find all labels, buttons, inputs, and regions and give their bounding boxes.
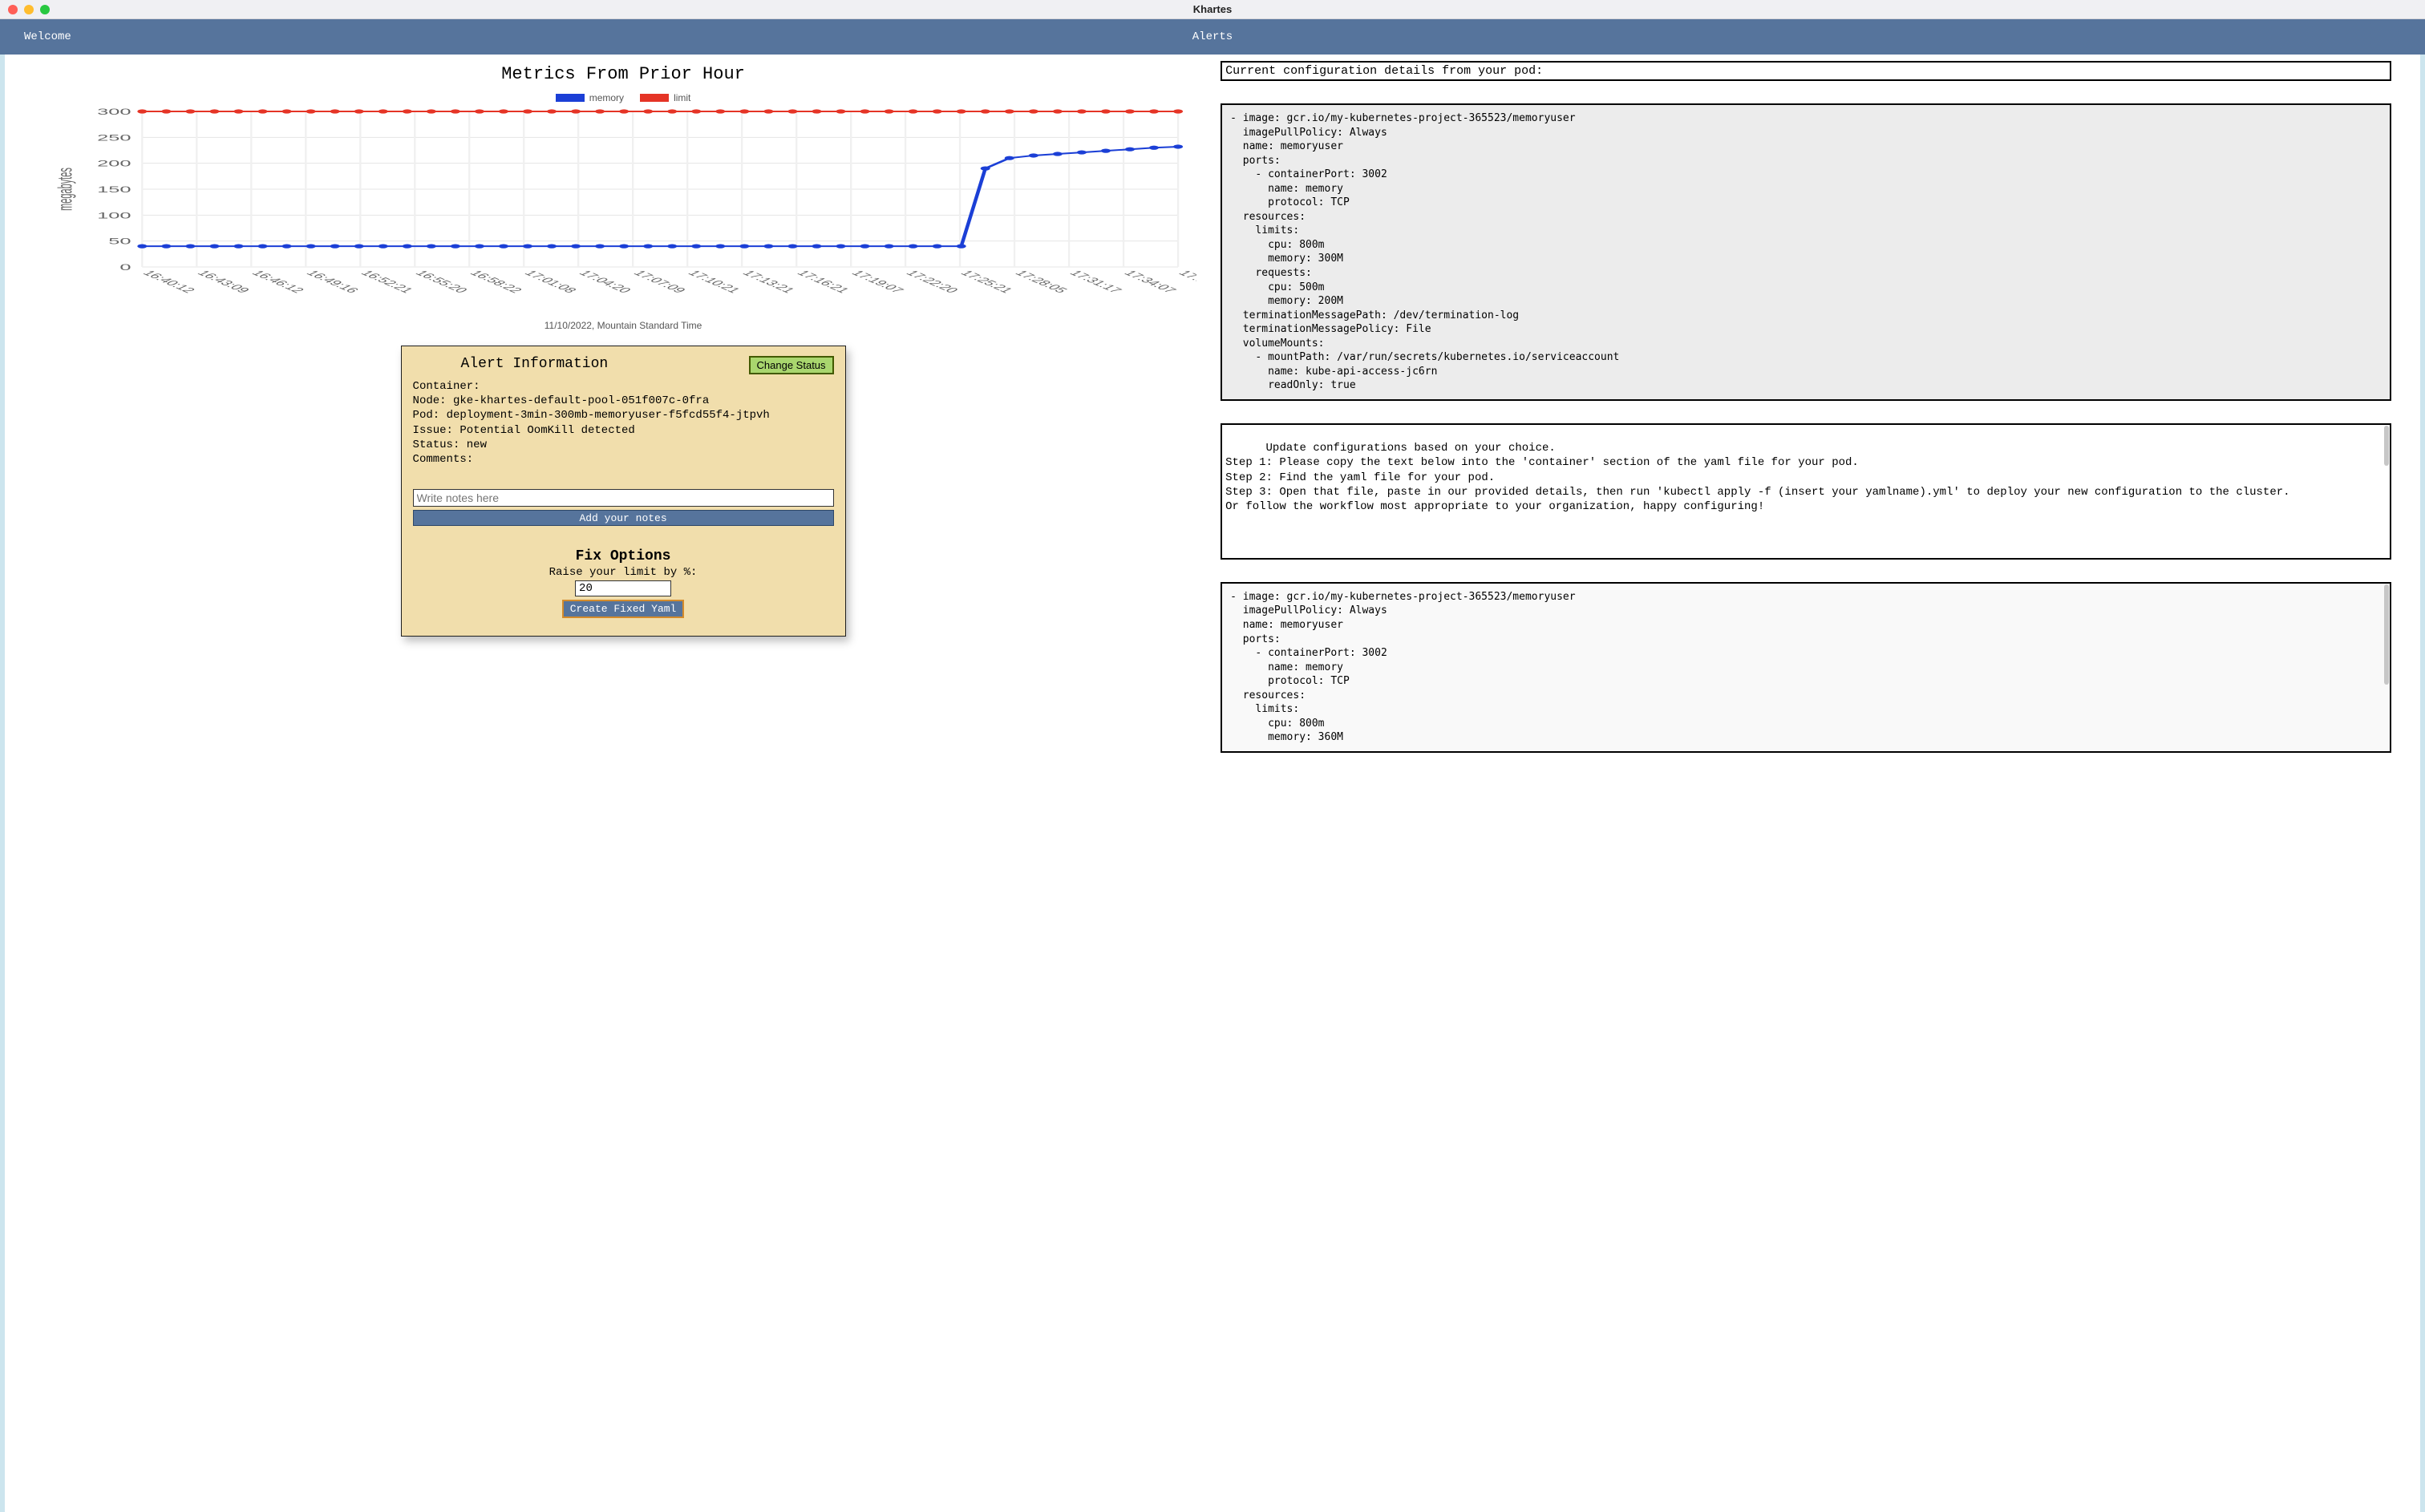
svg-text:17:19:07: 17:19:07 [848, 269, 906, 295]
chart-legend: memory limit [50, 92, 1196, 103]
svg-text:17:10:21: 17:10:21 [685, 269, 743, 295]
svg-text:17:28:05: 17:28:05 [1011, 269, 1070, 295]
alert-node-label: Node: [413, 394, 447, 407]
svg-text:17:13:21: 17:13:21 [739, 269, 797, 295]
fix-options-label: Raise your limit by %: [413, 566, 834, 579]
svg-text:16:40:12: 16:40:12 [140, 269, 198, 295]
svg-text:17:07:09: 17:07:09 [630, 269, 689, 295]
svg-text:100: 100 [97, 211, 131, 220]
legend-label-memory: memory [589, 92, 624, 103]
alert-pod-value: deployment-3min-300mb-memoryuser-f5fcd55… [447, 409, 770, 422]
nav-link-alerts[interactable]: Alerts [1192, 30, 1233, 43]
instructions-text: Update configurations based on your choi… [1225, 442, 2289, 513]
svg-text:0: 0 [119, 262, 131, 272]
svg-text:50: 50 [108, 237, 131, 246]
legend-item-memory[interactable]: memory [556, 92, 624, 103]
notes-input[interactable] [413, 489, 834, 507]
fixed-config-yaml-text: - image: gcr.io/my-kubernetes-project-36… [1230, 591, 1575, 743]
alert-status-value: new [467, 439, 487, 451]
svg-text:16:43:09: 16:43:09 [194, 269, 253, 295]
svg-text:150: 150 [97, 184, 131, 194]
scrollbar-thumb-icon[interactable] [2384, 584, 2389, 685]
svg-text:17:25:21: 17:25:21 [957, 269, 1015, 295]
alert-info: Container: Node: gke-khartes-default-poo… [413, 379, 834, 467]
instructions-box[interactable]: Update configurations based on your choi… [1221, 423, 2391, 560]
chart-title: Metrics From Prior Hour [50, 64, 1196, 84]
svg-text:16:46:12: 16:46:12 [249, 269, 307, 295]
svg-text:17:22:20: 17:22:20 [902, 269, 961, 295]
window-title: Khartes [0, 3, 2425, 15]
fixed-config-yaml[interactable]: - image: gcr.io/my-kubernetes-project-36… [1221, 582, 2391, 753]
alert-issue-label: Issue: [413, 424, 453, 437]
window-titlebar: Khartes [0, 0, 2425, 19]
navbar: Welcome Alerts [0, 19, 2425, 55]
svg-text:250: 250 [97, 133, 131, 143]
nav-link-welcome[interactable]: Welcome [24, 30, 71, 43]
svg-text:16:58:22: 16:58:22 [467, 269, 525, 295]
alert-status-label: Status: [413, 439, 460, 451]
scrollbar-thumb-icon[interactable] [2384, 426, 2389, 466]
alert-title: Alert Information [461, 356, 609, 372]
metrics-chart: 0 50 100 150 200 250 300 16:40:1216:43:0916:46:… [50, 107, 1196, 315]
legend-item-limit[interactable]: limit [640, 92, 690, 103]
svg-text:16:55:20: 16:55:20 [412, 269, 471, 295]
svg-text:200: 200 [97, 159, 131, 168]
svg-text:17:01:08: 17:01:08 [521, 269, 580, 295]
alert-comments-label: Comments: [413, 453, 474, 466]
alert-pod-label: Pod: [413, 409, 440, 422]
legend-swatch-limit [640, 94, 669, 102]
svg-text:17:37:16: 17:37:16 [1175, 269, 1196, 295]
current-config-yaml[interactable]: - image: gcr.io/my-kubernetes-project-36… [1221, 103, 2391, 401]
svg-text:16:52:21: 16:52:21 [358, 269, 416, 295]
fix-options-title: Fix Options [413, 548, 834, 564]
svg-text:17:34:07: 17:34:07 [1120, 269, 1179, 295]
svg-text:17:31:17: 17:31:17 [1066, 269, 1124, 295]
window-zoom-icon[interactable] [40, 5, 50, 14]
change-status-button[interactable]: Change Status [749, 356, 834, 374]
svg-text:17:04:20: 17:04:20 [576, 269, 634, 295]
raise-limit-input[interactable] [575, 580, 671, 596]
window-minimize-icon[interactable] [24, 5, 34, 14]
add-notes-button[interactable]: Add your notes [413, 510, 834, 526]
alert-container-label: Container: [413, 380, 480, 393]
alert-node-value: gke-khartes-default-pool-051f007c-0fra [453, 394, 709, 407]
svg-text:17:16:21: 17:16:21 [793, 269, 852, 295]
window-close-icon[interactable] [8, 5, 18, 14]
alert-panel: Alert Information Change Status Containe… [401, 346, 846, 637]
legend-label-limit: limit [674, 92, 690, 103]
chart-caption: 11/10/2022, Mountain Standard Time [50, 320, 1196, 331]
svg-text:300: 300 [97, 107, 131, 116]
alert-issue-value: Potential OomKill detected [459, 424, 634, 437]
svg-text:16:49:16: 16:49:16 [303, 269, 362, 295]
legend-swatch-memory [556, 94, 585, 102]
create-fixed-yaml-button[interactable]: Create Fixed Yaml [562, 600, 685, 618]
svg-text:megabytes: megabytes [55, 168, 78, 211]
config-title: Current configuration details from your … [1221, 61, 2391, 81]
